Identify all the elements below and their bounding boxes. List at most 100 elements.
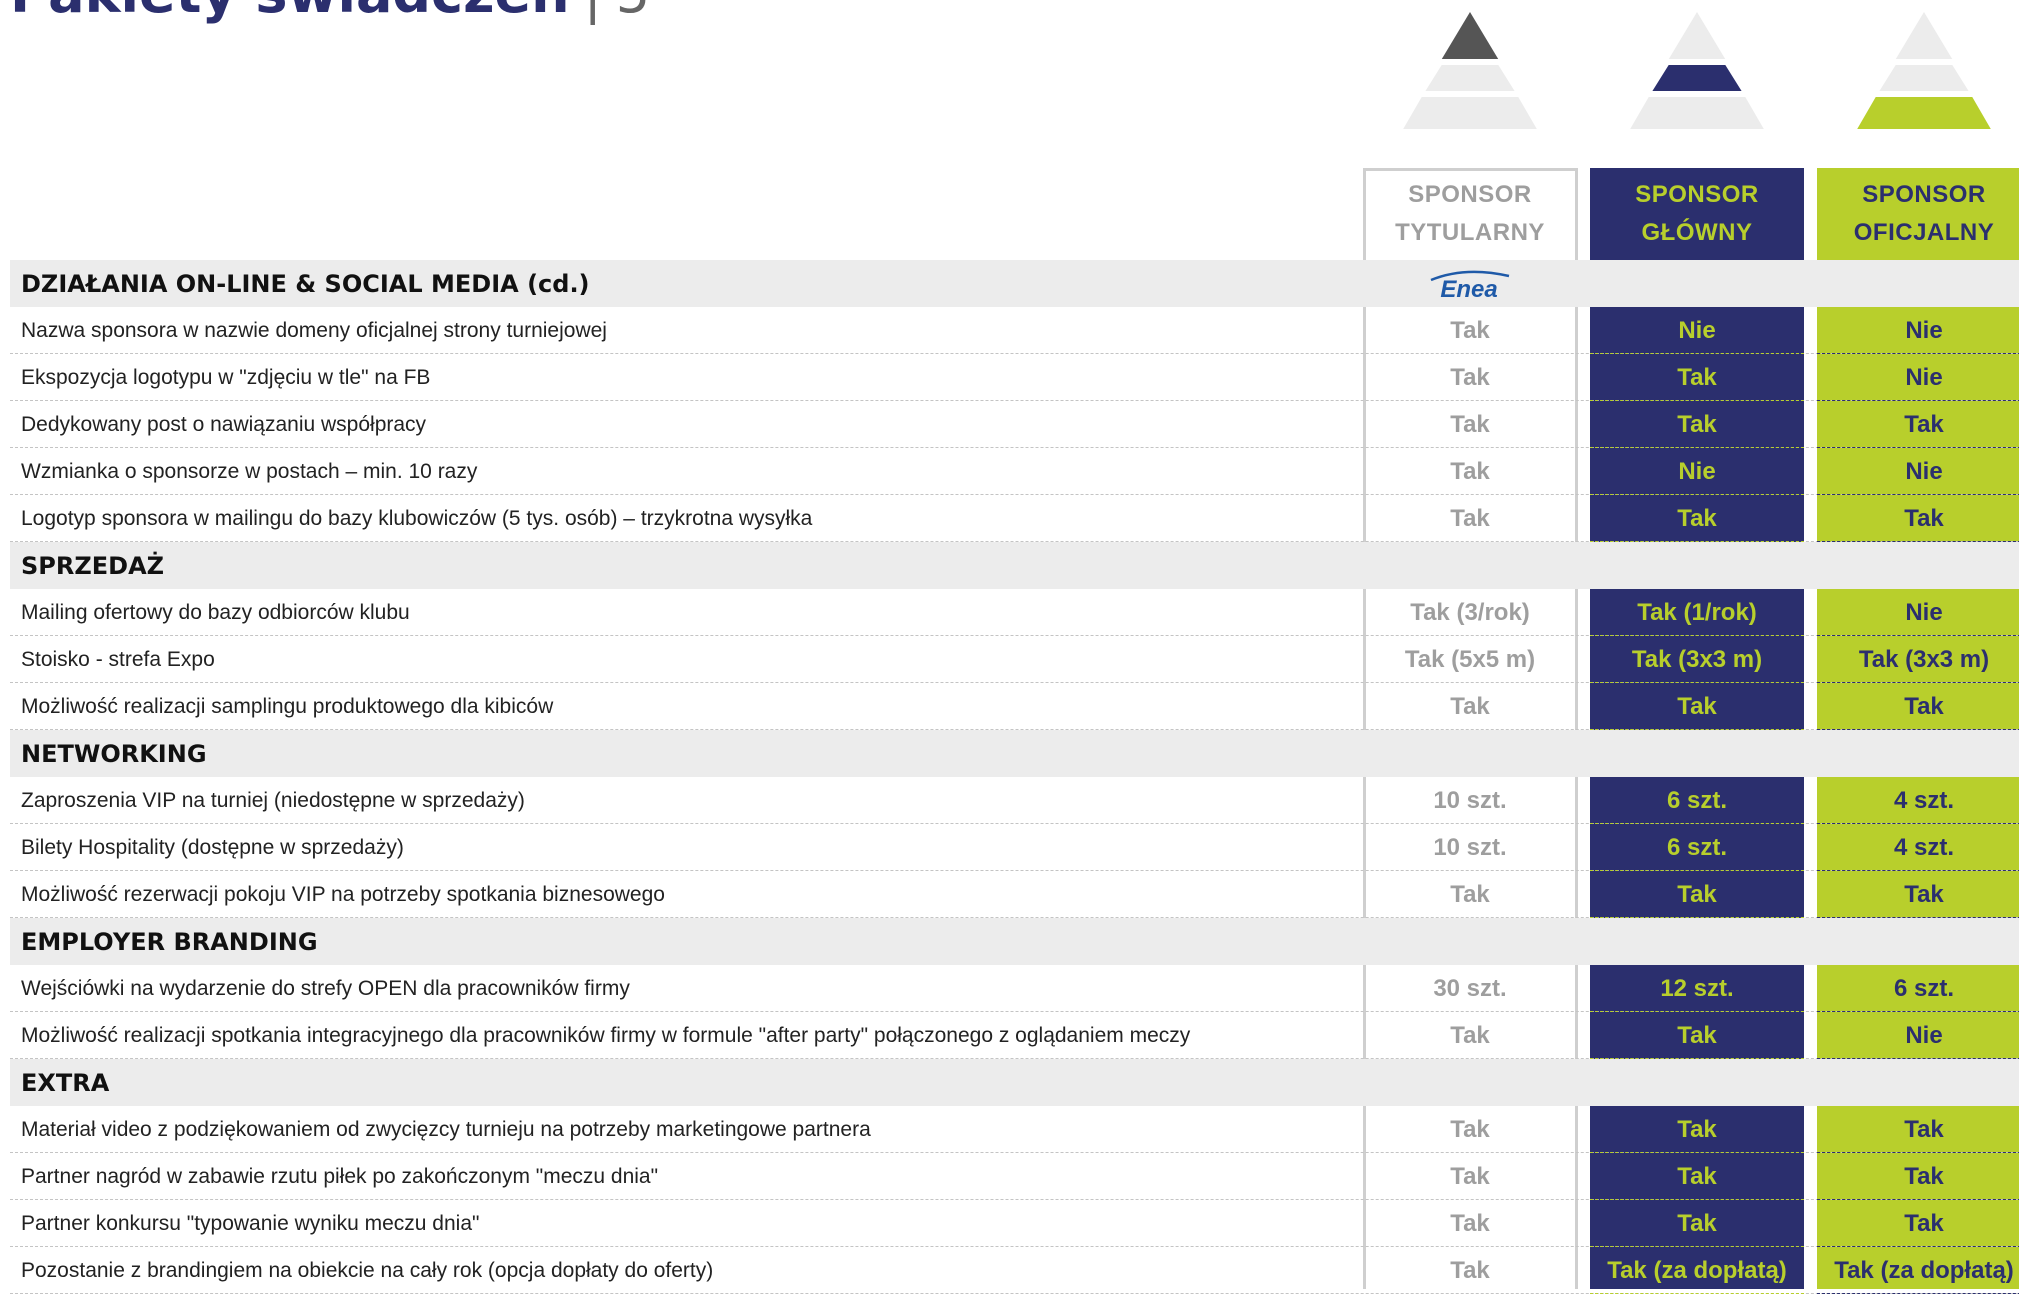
section-cell	[1819, 542, 2019, 589]
table-row: Nazwa sponsora w nazwie domeny oficjalne…	[10, 307, 2019, 354]
row-label: Nazwa sponsora w nazwie domeny oficjalne…	[21, 319, 607, 342]
row-label: Pozostanie z brandingiem na obiekcie na …	[21, 1259, 714, 1282]
row-value: Tak	[1677, 1022, 1717, 1049]
section-cell	[1363, 542, 1575, 589]
row-value: Tak	[1677, 505, 1717, 532]
section-cell	[1592, 730, 1802, 777]
row-value: Tak	[1677, 364, 1717, 391]
row-label: Wejściówki na wydarzenie do strefy OPEN …	[21, 977, 630, 1000]
section-title: EXTRA	[21, 1068, 110, 1097]
row-value: Tak	[1677, 881, 1717, 908]
enea-logo: Enea	[1430, 270, 1510, 302]
column-header-line2: TYTULARNY	[1395, 219, 1545, 246]
row-value: Tak	[1904, 1163, 1944, 1190]
row-value: Tak	[1450, 1163, 1490, 1190]
row-label: Materiał video z podziękowaniem od zwyci…	[21, 1118, 871, 1141]
row-value: Tak	[1450, 1257, 1490, 1284]
row-value: 6 szt.	[1893, 975, 1955, 1002]
pyramid-tier3-icon	[1852, 12, 1996, 132]
section-title: EMPLOYER BRANDING	[21, 927, 318, 956]
section-header: SPRZEDAŻ	[10, 542, 2019, 589]
table-row: Bilety Hospitality (dostępne w sprzedaży…	[10, 824, 2019, 871]
row-value: Tak	[1450, 364, 1490, 391]
row-label: Możliwość rezerwacji pokoju VIP na potrz…	[21, 883, 665, 906]
row-value: 6 szt.	[1666, 834, 1728, 861]
page-title: Pakiety świadczeń | 5	[10, 0, 650, 23]
row-value: Tak (3/rok)	[1410, 599, 1530, 626]
row-value: Tak	[1450, 505, 1490, 532]
row-value: 4 szt.	[1893, 787, 1955, 814]
row-label: Dedykowany post o nawiązaniu współpracy	[21, 413, 427, 436]
section-cell	[1819, 730, 2019, 777]
table-row: Wejściówki na wydarzenie do strefy OPEN …	[10, 965, 2019, 1012]
row-value: Tak	[1450, 1210, 1490, 1237]
row-value: Nie	[1905, 1022, 1943, 1049]
row-value: Tak (3x3 m)	[1858, 646, 1990, 673]
row-value: 30 szt.	[1433, 975, 1507, 1002]
row-value: Tak (1/rok)	[1637, 599, 1757, 626]
row-value: Tak	[1904, 505, 1944, 532]
table-row: Możliwość realizacji samplingu produktow…	[10, 683, 2019, 730]
row-value: Tak (5x5 m)	[1404, 646, 1536, 673]
row-value: Nie	[1678, 458, 1716, 485]
row-label: Wzmianka o sponsorze w postach – min. 10…	[21, 460, 478, 483]
row-value: Tak	[1677, 1210, 1717, 1237]
row-label: Zaproszenia VIP na turniej (niedostępne …	[21, 789, 525, 812]
row-label: Stoisko - strefa Expo	[21, 648, 215, 671]
section-cell	[1819, 918, 2019, 965]
row-value: Tak	[1904, 1116, 1944, 1143]
row-label: Partner konkursu "typowanie wyniku meczu…	[21, 1212, 480, 1235]
row-label: Możliwość realizacji spotkania integracy…	[21, 1024, 1191, 1047]
row-label: Partner nagród w zabawie rzutu piłek po …	[21, 1165, 659, 1188]
row-value: Tak	[1904, 881, 1944, 908]
pyramid-tier1-icon	[1398, 12, 1542, 132]
section-title: NETWORKING	[21, 739, 207, 768]
row-value: Tak	[1904, 411, 1944, 438]
table-row: Logotyp sponsora w mailingu do bazy klub…	[10, 495, 2019, 542]
table-row: Wzmianka o sponsorze w postach – min. 10…	[10, 448, 2019, 495]
row-value: Tak	[1450, 881, 1490, 908]
row-value: Tak	[1677, 411, 1717, 438]
section-cell	[1363, 918, 1575, 965]
row-label: Bilety Hospitality (dostępne w sprzedaży…	[21, 836, 404, 859]
section-cell	[1363, 1059, 1575, 1106]
row-value: Tak (za dopłatą)	[1607, 1257, 1787, 1284]
column-header-line1: SPONSOR	[1635, 181, 1759, 208]
row-value: 6 szt.	[1666, 787, 1728, 814]
row-value: Nie	[1905, 599, 1943, 626]
enea-logo-text: Enea	[1440, 276, 1497, 302]
row-value: 10 szt.	[1433, 834, 1507, 861]
table-row: Możliwość rezerwacji pokoju VIP na potrz…	[10, 871, 2019, 918]
column-header-line1: SPONSOR	[1408, 181, 1532, 208]
section-header: EXTRA	[10, 1059, 2019, 1106]
row-value: Tak	[1677, 1116, 1717, 1143]
section-cell	[1592, 542, 1802, 589]
row-value: Tak	[1450, 411, 1490, 438]
page-title-text: Pakiety świadczeń	[10, 0, 570, 25]
column-header-line2: OFICJALNY	[1853, 219, 1995, 246]
row-value: 12 szt.	[1660, 975, 1734, 1002]
row-value: Tak	[1450, 693, 1490, 720]
title-separator: |	[584, 0, 602, 25]
section-cell	[1592, 918, 1802, 965]
column-header-line1: SPONSOR	[1862, 181, 1986, 208]
table-row: Pozostanie z brandingiem na obiekcie na …	[10, 1247, 2019, 1294]
section-cell	[1819, 1059, 2019, 1106]
pyramid-tier2-icon	[1625, 12, 1769, 132]
row-value: Tak	[1904, 693, 1944, 720]
table-row: Dedykowany post o nawiązaniu współpracy T…	[10, 401, 2019, 448]
row-label: Mailing ofertowy do bazy odbiorców klubu	[21, 601, 410, 624]
section-cell	[1592, 260, 1802, 307]
section-cell	[1363, 730, 1575, 777]
row-value: 10 szt.	[1433, 787, 1507, 814]
row-value: Tak	[1677, 1163, 1717, 1190]
row-value: Tak	[1904, 1210, 1944, 1237]
section-cell	[1819, 260, 2019, 307]
row-value: Tak	[1450, 1022, 1490, 1049]
table-row: Mailing ofertowy do bazy odbiorców klubu…	[10, 589, 2019, 636]
row-value: 4 szt.	[1893, 834, 1955, 861]
row-value: Nie	[1678, 317, 1716, 344]
table-row: Zaproszenia VIP na turniej (niedostępne …	[10, 777, 2019, 824]
section-title: DZIAŁANIA ON-LINE & SOCIAL MEDIA (cd.)	[21, 269, 590, 298]
table-row: Ekspozycja logotypu w "zdjęciu w tle" na…	[10, 354, 2019, 401]
